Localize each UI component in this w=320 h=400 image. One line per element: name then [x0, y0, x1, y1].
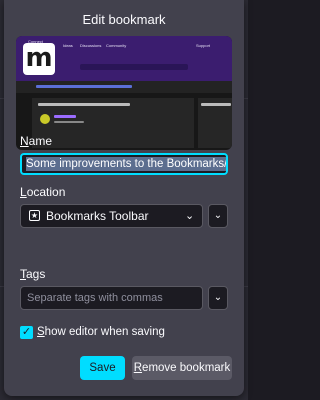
save-button[interactable]: Save [80, 356, 125, 380]
checkmark-icon: ✓ [21, 326, 32, 338]
star-icon: ★ [29, 210, 40, 221]
preview-breadcrumb [36, 85, 132, 88]
show-editor-checkbox[interactable]: ✓ [20, 326, 33, 339]
location-select[interactable]: ★ Bookmarks Toolbar ⌄ [20, 204, 203, 228]
preview-nav-item: Discussions [80, 43, 102, 48]
panel-title: Edit bookmark [82, 12, 166, 27]
preview-search-bar [80, 64, 188, 70]
location-value: Bookmarks Toolbar [46, 209, 149, 223]
name-label: Name [20, 134, 53, 148]
tags-input[interactable]: Separate tags with commas [20, 286, 203, 310]
preview-nav-right: Support [196, 43, 211, 48]
bookmark-name-value: Some improvements to the Bookmarks/Libra… [26, 157, 226, 171]
expand-tags-button[interactable]: ⌄ [208, 286, 228, 310]
preview-brand: Connect [28, 39, 43, 44]
preview-nav-item: Ideas [63, 43, 73, 48]
preview-post-title [38, 103, 130, 106]
preview-site-logo: m [23, 43, 55, 75]
preview-sidebar-title [201, 103, 231, 106]
preview-nav-item: Community [106, 43, 127, 48]
bookmark-name-input[interactable]: Some improvements to the Bookmarks/Libra… [20, 153, 228, 175]
chevron-down-icon: ⌄ [185, 210, 195, 222]
show-editor-label: Show editor when saving [37, 326, 165, 338]
tags-label: Tags [20, 267, 46, 281]
location-label: Location [20, 185, 66, 199]
chevron-down-icon: ⌄ [213, 292, 223, 303]
page-preview-thumbnail: m Connect Ideas Discussions Community Su… [16, 36, 232, 150]
preview-author [54, 115, 76, 118]
preview-avatar [40, 114, 50, 124]
chevron-down-icon: ⌄ [213, 210, 223, 221]
edit-bookmark-panel: Edit bookmark m Connect Ideas Discussion… [4, 0, 244, 396]
expand-folder-tree-button[interactable]: ⌄ [208, 204, 228, 228]
remove-bookmark-button[interactable]: Remove bookmark [132, 356, 232, 380]
preview-meta [54, 121, 84, 123]
